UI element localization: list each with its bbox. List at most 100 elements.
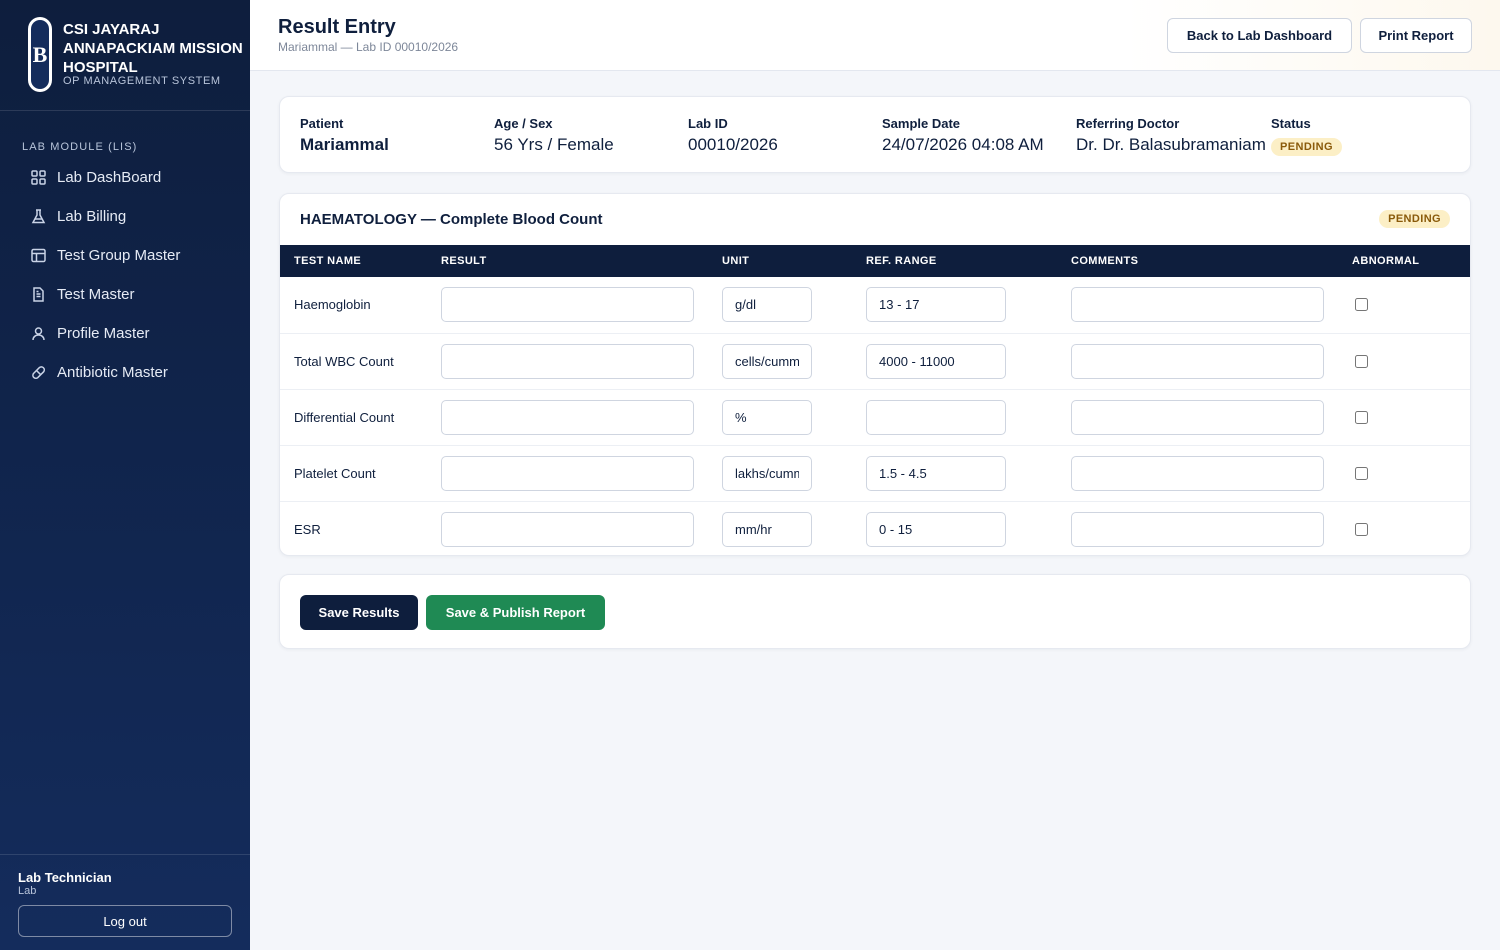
status-label: Status	[1271, 116, 1311, 131]
column-header-result: RESULT	[441, 255, 487, 267]
ref-range-input[interactable]	[866, 287, 1006, 323]
sidebar-item-label: Antibiotic Master	[57, 364, 168, 381]
test-results-card: HAEMATOLOGY — Complete Blood Count PENDI…	[279, 193, 1471, 556]
abnormal-checkbox[interactable]	[1355, 298, 1368, 312]
page-header: Result Entry Mariammal — Lab ID 00010/20…	[250, 0, 1500, 71]
referring-doctor-value: Dr. Dr. Balasubramaniam	[1076, 135, 1266, 154]
column-header-comments: COMMENTS	[1071, 255, 1139, 267]
ref-range-input[interactable]	[866, 511, 1006, 547]
actions-card: Save Results Save & Publish Report	[279, 574, 1471, 649]
test-name: Platelet Count	[280, 445, 441, 502]
result-input[interactable]	[441, 287, 694, 323]
sidebar-item-label: Lab Billing	[57, 208, 127, 225]
comments-input[interactable]	[1071, 511, 1324, 547]
comments-input[interactable]	[1071, 287, 1324, 323]
logo-letter: B	[31, 20, 49, 89]
unit-input[interactable]	[722, 399, 812, 435]
grid-icon	[31, 170, 46, 185]
brand-header: B CSI JAYARAJ ANNAPACKIAM MISSION HOSPIT…	[0, 0, 250, 111]
age-sex-field: Age / Sex 56 Yrs / Female	[494, 116, 614, 155]
page-title: Result Entry	[278, 16, 396, 38]
result-input[interactable]	[441, 343, 694, 379]
file-text-icon	[33, 287, 44, 302]
test-name: Total WBC Count	[280, 333, 441, 390]
status-field: Status PENDING	[1271, 116, 1342, 156]
lab-id-label: Lab ID	[688, 116, 728, 131]
ref-range-input[interactable]	[866, 343, 1006, 379]
user-icon	[32, 327, 45, 341]
age-sex-label: Age / Sex	[494, 116, 553, 131]
table-row: ESR	[280, 501, 1470, 555]
abnormal-checkbox[interactable]	[1355, 410, 1368, 424]
sample-date-label: Sample Date	[882, 116, 961, 131]
sidebar-item-lab-dashboard[interactable]: Lab DashBoard	[0, 158, 250, 197]
ref-range-input[interactable]	[866, 399, 1006, 435]
comments-input[interactable]	[1071, 455, 1324, 491]
lab-id-value: 00010/2026	[688, 135, 778, 154]
unit-input[interactable]	[722, 455, 812, 491]
sample-date-field: Sample Date 24/07/2026 04:08 AM	[882, 116, 1044, 155]
user-name: Lab Technician	[18, 870, 112, 885]
patient-name: Mariammal	[300, 135, 389, 154]
sidebar-item-label: Profile Master	[57, 325, 150, 342]
test-name: ESR	[294, 521, 321, 537]
column-header-abnormal: ABNORMAL	[1352, 255, 1420, 267]
nav-section-label: LAB MODULE (LIS)	[22, 141, 138, 153]
table-row: Total WBC Count	[280, 333, 1470, 390]
result-input[interactable]	[441, 511, 694, 547]
sample-date-value: 24/07/2026 04:08 AM	[882, 135, 1044, 154]
layout-icon	[31, 248, 46, 263]
patient-label: Patient	[300, 116, 344, 131]
flask-icon	[31, 209, 46, 224]
abnormal-checkbox[interactable]	[1355, 466, 1368, 480]
sidebar-item-label: Test Master	[57, 286, 135, 303]
column-header-ref-range: REF. RANGE	[866, 255, 937, 267]
test-group-title: HAEMATOLOGY — Complete Blood Count	[300, 211, 603, 228]
table-row: Platelet Count	[280, 445, 1470, 502]
sidebar-item-lab-billing[interactable]: Lab Billing	[0, 197, 250, 236]
sidebar-nav: Lab DashBoard Lab Billing Test Group Mas…	[0, 158, 250, 392]
result-input[interactable]	[441, 399, 694, 435]
lab-id-field: Lab ID 00010/2026	[688, 116, 778, 155]
age-sex-value: 56 Yrs / Female	[494, 135, 614, 154]
patient-info-card: Patient Mariammal Age / Sex 56 Yrs / Fem…	[279, 96, 1471, 173]
abnormal-checkbox[interactable]	[1355, 522, 1368, 536]
table-row: Haemoglobin	[280, 277, 1470, 334]
test-name: Differential Count	[280, 389, 441, 446]
unit-input[interactable]	[722, 287, 812, 323]
ref-range-input[interactable]	[866, 455, 1006, 491]
save-publish-report-button[interactable]: Save & Publish Report	[426, 595, 605, 630]
table-header-row: TEST NAME RESULT UNIT REF. RANGE COMMENT…	[280, 245, 1470, 277]
logout-button[interactable]: Log out	[18, 905, 232, 937]
user-role: Lab	[18, 885, 37, 897]
test-status-badge: PENDING	[1379, 210, 1450, 228]
hospital-logo: B	[28, 17, 52, 92]
sidebar-item-test-master[interactable]: Test Master	[0, 275, 250, 314]
results-table: TEST NAME RESULT UNIT REF. RANGE COMMENT…	[280, 245, 1470, 555]
referring-doctor-field: Referring Doctor Dr. Dr. Balasubramaniam	[1076, 116, 1266, 155]
unit-input[interactable]	[722, 511, 812, 547]
sidebar-item-profile-master[interactable]: Profile Master	[0, 314, 250, 353]
column-header-unit: UNIT	[722, 255, 750, 267]
pill-icon	[32, 366, 46, 380]
sidebar-item-antibiotic-master[interactable]: Antibiotic Master	[0, 353, 250, 392]
print-report-button[interactable]: Print Report	[1360, 18, 1472, 53]
comments-input[interactable]	[1071, 343, 1324, 379]
save-results-button[interactable]: Save Results	[300, 595, 418, 630]
referring-doctor-label: Referring Doctor	[1076, 116, 1180, 131]
abnormal-checkbox[interactable]	[1355, 354, 1368, 368]
result-input[interactable]	[441, 455, 694, 491]
comments-input[interactable]	[1071, 399, 1324, 435]
system-subtitle: OP MANAGEMENT SYSTEM	[63, 75, 221, 87]
sidebar-item-test-group-master[interactable]: Test Group Master	[0, 236, 250, 275]
column-header-test-name: TEST NAME	[294, 255, 362, 267]
page-subtitle: Mariammal — Lab ID 00010/2026	[278, 40, 459, 54]
status-badge: PENDING	[1271, 138, 1342, 156]
unit-input[interactable]	[722, 343, 812, 379]
sidebar: B CSI JAYARAJ ANNAPACKIAM MISSION HOSPIT…	[0, 0, 250, 950]
patient-field: Patient Mariammal	[300, 116, 389, 155]
back-to-dashboard-button[interactable]: Back to Lab Dashboard	[1167, 18, 1352, 53]
test-name: Haemoglobin	[280, 277, 441, 334]
hospital-name: CSI JAYARAJ ANNAPACKIAM MISSION HOSPITAL	[63, 21, 243, 76]
user-panel: Lab Technician Lab Log out	[0, 854, 250, 950]
